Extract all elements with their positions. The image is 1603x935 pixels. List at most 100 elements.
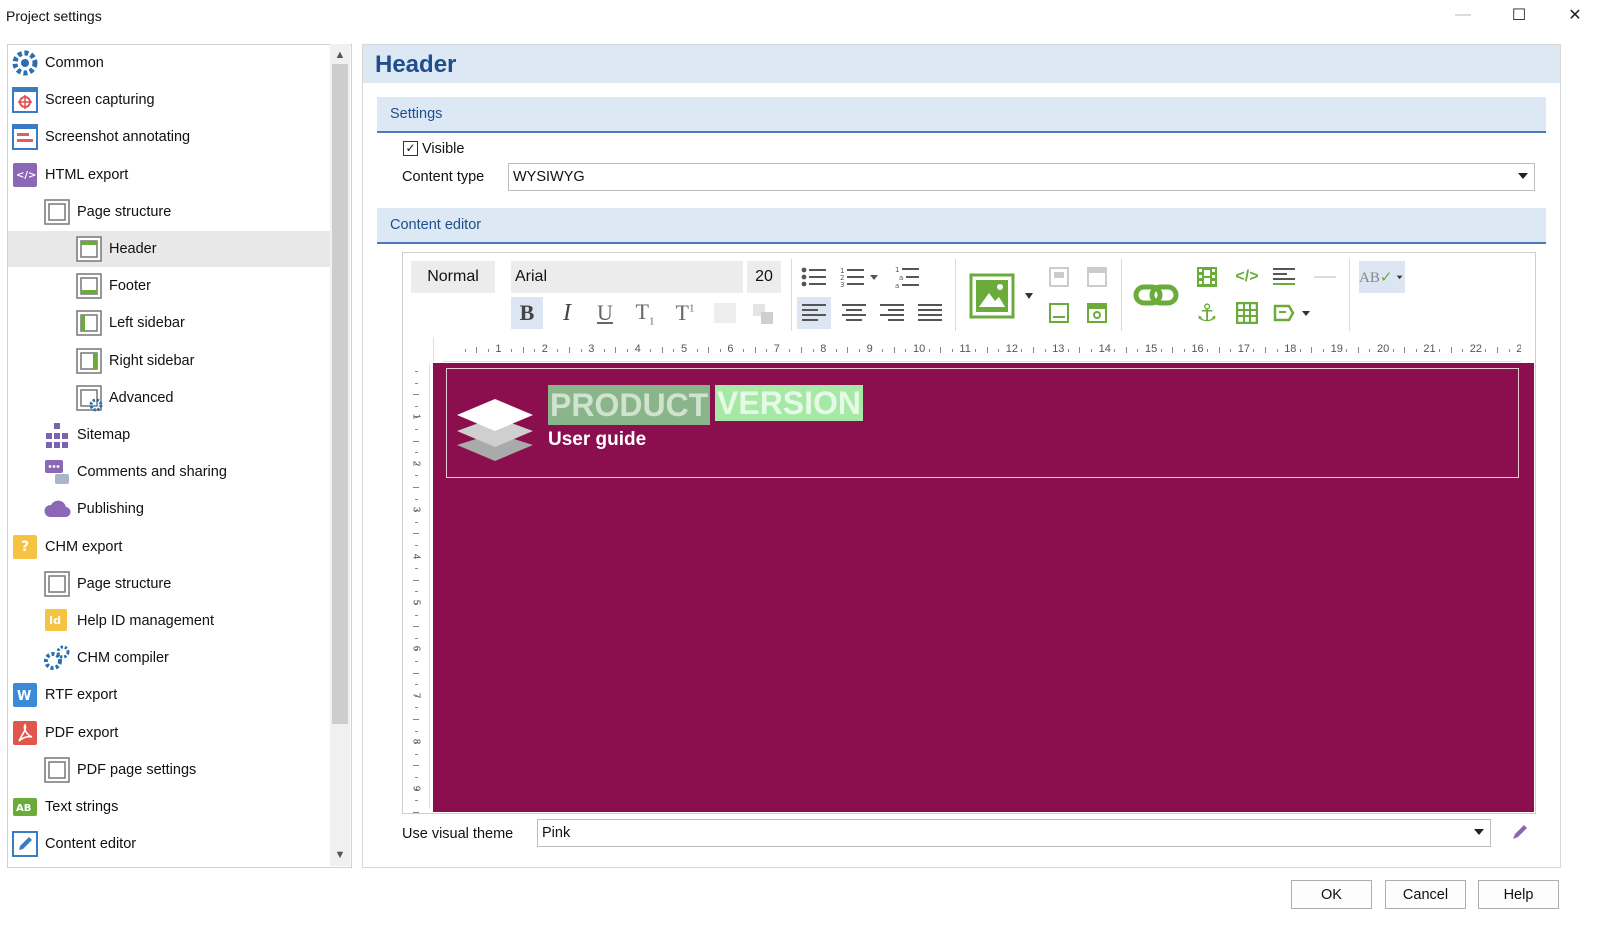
- ruler-tick: [847, 347, 849, 353]
- word-icon: W: [11, 681, 39, 709]
- image-frame-icon[interactable]: [1081, 297, 1113, 329]
- ruler-tick: [413, 533, 419, 535]
- paragraph-style-select[interactable]: Normal: [411, 261, 495, 293]
- ruler-tick: [1404, 347, 1406, 353]
- spell-check-icon[interactable]: AB✓: [1359, 261, 1405, 293]
- tree-item-pdf-export[interactable]: PDF export: [8, 715, 330, 751]
- insert-table-icon[interactable]: [1231, 297, 1263, 329]
- tree-item-content-editor[interactable]: Content editor: [8, 826, 330, 862]
- help-button[interactable]: Help: [1478, 880, 1559, 909]
- edit-theme-pencil-icon[interactable]: [1509, 821, 1531, 843]
- layers-logo-icon: [457, 399, 533, 461]
- ruler-number: 1: [410, 414, 422, 420]
- insert-snippet-icon[interactable]: [1269, 297, 1317, 329]
- ruler-tick: [413, 719, 419, 720]
- ruler-tick: [415, 405, 418, 407]
- editor-document[interactable]: PRODUCT VERSION User guide: [433, 363, 1534, 812]
- tree-item-text-strings[interactable]: AB Text strings: [8, 789, 330, 825]
- tree-item-label: RTF export: [45, 687, 118, 704]
- horizontal-ruler[interactable]: 1234567891011121314151617181920212223: [443, 339, 1521, 362]
- underline-icon[interactable]: U: [589, 297, 621, 329]
- tree-item-header[interactable]: Header: [8, 231, 330, 267]
- ruler-number: 13: [1052, 343, 1065, 355]
- ruler-tick: [928, 349, 930, 352]
- text-color-icon[interactable]: [709, 297, 741, 329]
- header-subtitle-text[interactable]: User guide: [548, 429, 646, 451]
- numbered-list-icon[interactable]: 123: [837, 261, 883, 293]
- font-family-select[interactable]: Arial: [511, 261, 743, 293]
- bullet-list-icon[interactable]: [797, 261, 831, 293]
- tree-item-chm-export[interactable]: ? CHM export: [8, 529, 330, 565]
- align-justify-icon[interactable]: [913, 297, 947, 329]
- ok-button[interactable]: OK: [1291, 880, 1372, 909]
- vertical-ruler[interactable]: 1 2 3 4 5 6 7 8 9: [405, 363, 430, 813]
- maximize-button[interactable]: ☐: [1496, 0, 1542, 30]
- font-size-select[interactable]: 20: [747, 261, 781, 293]
- tree-scrollbar[interactable]: ▲ ▼: [330, 44, 350, 866]
- tree-item-screen-capturing[interactable]: Screen capturing: [8, 82, 330, 118]
- scroll-down-icon[interactable]: ▼: [330, 846, 350, 864]
- insert-anchor-icon[interactable]: ⚓: [1191, 297, 1223, 329]
- scroll-up-icon[interactable]: ▲: [330, 46, 350, 64]
- tree-item-label: Comments and sharing: [77, 464, 227, 481]
- tree-item-left-sidebar[interactable]: Left sidebar: [8, 305, 330, 341]
- ruler-tick: [413, 626, 419, 628]
- paragraph-format-icon[interactable]: [1269, 261, 1301, 293]
- multilevel-list-icon[interactable]: 1aa: [891, 261, 925, 293]
- cancel-button[interactable]: Cancel: [1385, 880, 1466, 909]
- highlight-color-icon[interactable]: [747, 297, 779, 329]
- tree-item-label: CHM export: [45, 538, 123, 555]
- ruler-tick: [415, 591, 418, 593]
- tree-item-footer[interactable]: Footer: [8, 268, 330, 304]
- visible-checkbox[interactable]: ✓: [403, 141, 418, 156]
- content-type-select[interactable]: WYSIWYG: [508, 163, 1535, 191]
- tree-item-label: Page structure: [77, 203, 172, 220]
- align-right-icon[interactable]: [875, 297, 909, 329]
- product-version-text[interactable]: VERSION: [715, 385, 864, 421]
- window-title: Project settings: [6, 8, 102, 24]
- bold-icon[interactable]: B: [511, 297, 543, 329]
- ruler-number: 7: [410, 692, 422, 699]
- subscript-icon[interactable]: T1: [629, 297, 661, 329]
- tree-item-label: Text strings: [45, 799, 119, 815]
- ruler-tick: [415, 429, 418, 430]
- horizontal-line-icon[interactable]: [1309, 261, 1341, 293]
- insert-code-icon[interactable]: </>: [1231, 261, 1263, 293]
- ruler-tick: [893, 347, 895, 353]
- header-content-box[interactable]: PRODUCT VERSION User guide: [446, 368, 1519, 478]
- align-center-icon[interactable]: [837, 297, 871, 329]
- insert-video-icon[interactable]: [1191, 261, 1223, 293]
- italic-icon[interactable]: I: [551, 297, 583, 329]
- ruler-tick: [487, 349, 489, 352]
- superscript-icon[interactable]: T1: [669, 297, 701, 329]
- tree-item-html-export[interactable]: </> HTML export: [8, 157, 330, 193]
- insert-link-icon[interactable]: [1129, 273, 1183, 317]
- tree-item-page-structure[interactable]: Page structure: [8, 566, 330, 602]
- page-footer-icon: [75, 272, 103, 300]
- tree-item-screenshot-annotating[interactable]: Screenshot annotating: [8, 119, 330, 155]
- tree-item-right-sidebar[interactable]: Right sidebar: [8, 343, 330, 379]
- tree-item-pdf-page-settings[interactable]: PDF page settings: [8, 752, 330, 788]
- product-name-text[interactable]: PRODUCT: [548, 385, 711, 425]
- gears-icon: [43, 644, 71, 672]
- scroll-thumb[interactable]: [332, 64, 348, 724]
- tree-item-common[interactable]: Common: [8, 45, 330, 81]
- insert-image-icon[interactable]: [965, 269, 1039, 323]
- tree-item-advanced[interactable]: Advanced: [8, 380, 330, 416]
- tree-item-comments-and-sharing[interactable]: Comments and sharing: [8, 454, 330, 490]
- image-align-top-icon[interactable]: [1043, 261, 1075, 293]
- tree-item-publishing[interactable]: Publishing: [8, 491, 330, 527]
- comments-icon: [43, 458, 71, 486]
- minimize-button[interactable]: —: [1440, 0, 1486, 30]
- ruler-tick: [743, 349, 744, 352]
- tree-item-page-structure[interactable]: Page structure: [8, 194, 330, 230]
- image-properties-icon[interactable]: [1081, 261, 1113, 293]
- theme-select[interactable]: Pink: [537, 819, 1491, 847]
- close-button[interactable]: ✕: [1552, 0, 1598, 30]
- align-left-icon[interactable]: [797, 297, 831, 329]
- tree-item-help-id-management[interactable]: Id Help ID management: [8, 603, 330, 639]
- tree-item-rtf-export[interactable]: W RTF export: [8, 677, 330, 713]
- image-caption-icon[interactable]: [1043, 297, 1075, 329]
- tree-item-chm-compiler[interactable]: CHM compiler: [8, 640, 330, 676]
- tree-item-sitemap[interactable]: Sitemap: [8, 417, 330, 453]
